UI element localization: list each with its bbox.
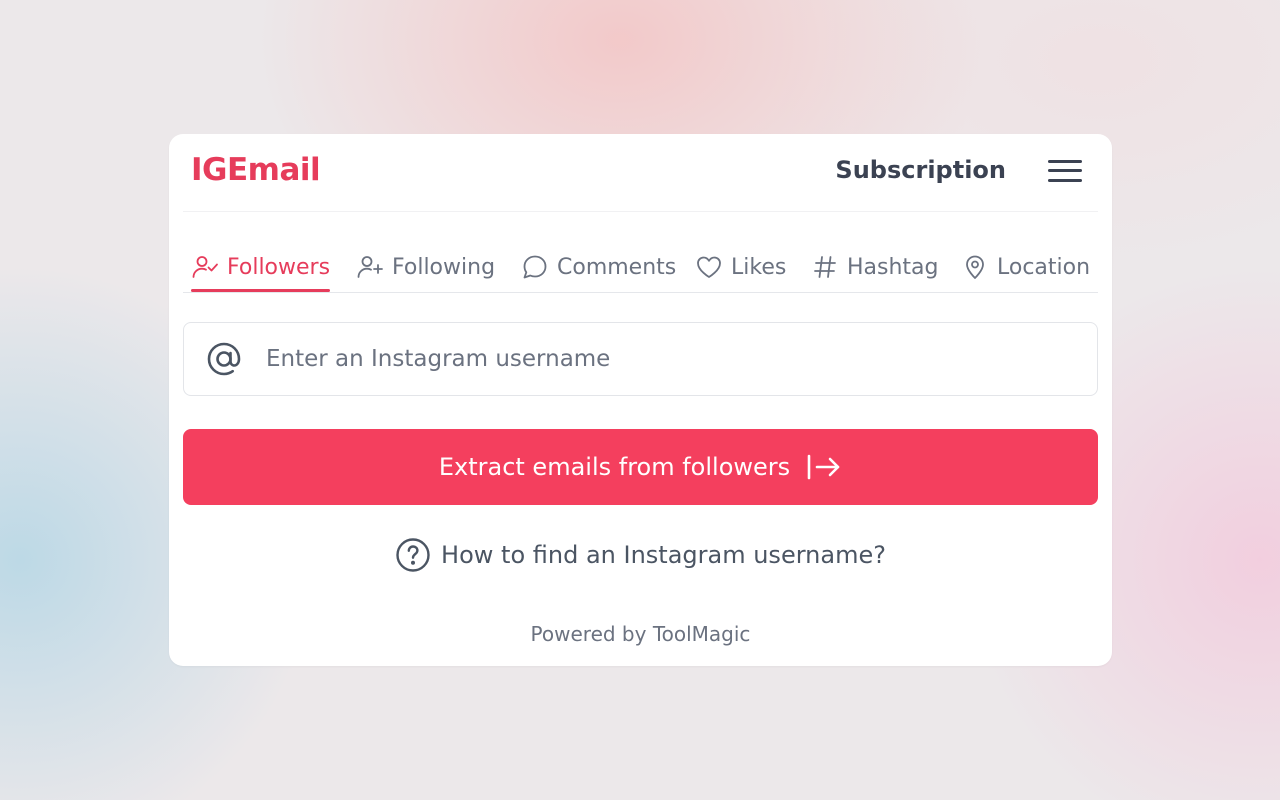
tab-following[interactable]: Following: [356, 244, 495, 290]
username-input[interactable]: [264, 345, 1097, 373]
tab-bar: Followers Following Comments Likes Hasht…: [183, 244, 1098, 293]
extractor-card: IGEmail Subscription Followers Following: [169, 134, 1112, 666]
tab-followers[interactable]: Followers: [191, 244, 331, 292]
header-divider: [183, 211, 1098, 212]
powered-by-text: Powered by ToolMagic: [530, 622, 751, 646]
map-pin-icon: [966, 255, 984, 279]
help-username-link[interactable]: How to find an Instagram username?: [169, 535, 1112, 575]
tab-label: Location: [997, 254, 1091, 280]
tab-comments[interactable]: Comments: [521, 244, 676, 290]
at-sign-icon: [207, 342, 241, 376]
user-check-icon: [192, 256, 218, 278]
help-label: How to find an Instagram username?: [441, 541, 886, 569]
arrow-right-to-bracket-icon: [807, 454, 840, 480]
extract-emails-button[interactable]: Extract emails from followers: [183, 429, 1098, 505]
user-plus-icon: [357, 256, 383, 278]
tab-location[interactable]: Location: [961, 244, 1090, 290]
tab-label: Likes: [731, 254, 787, 280]
app-logo[interactable]: IGEmail: [191, 152, 321, 188]
username-input-wrapper[interactable]: [183, 322, 1098, 396]
subscription-link[interactable]: Subscription: [835, 156, 1006, 184]
tab-hashtag[interactable]: Hashtag: [811, 244, 939, 290]
tab-label: Hashtag: [847, 254, 939, 280]
hash-icon: [814, 256, 836, 278]
question-circle-icon: [396, 538, 430, 572]
tab-label: Followers: [227, 254, 331, 280]
extract-button-label: Extract emails from followers: [438, 453, 791, 481]
tab-label: Comments: [557, 254, 677, 280]
hamburger-menu-icon[interactable]: [1048, 158, 1084, 184]
chat-bubble-icon: [523, 255, 547, 279]
tab-likes[interactable]: Likes: [695, 244, 786, 290]
tab-label: Following: [392, 254, 496, 280]
heart-icon: [697, 256, 721, 278]
